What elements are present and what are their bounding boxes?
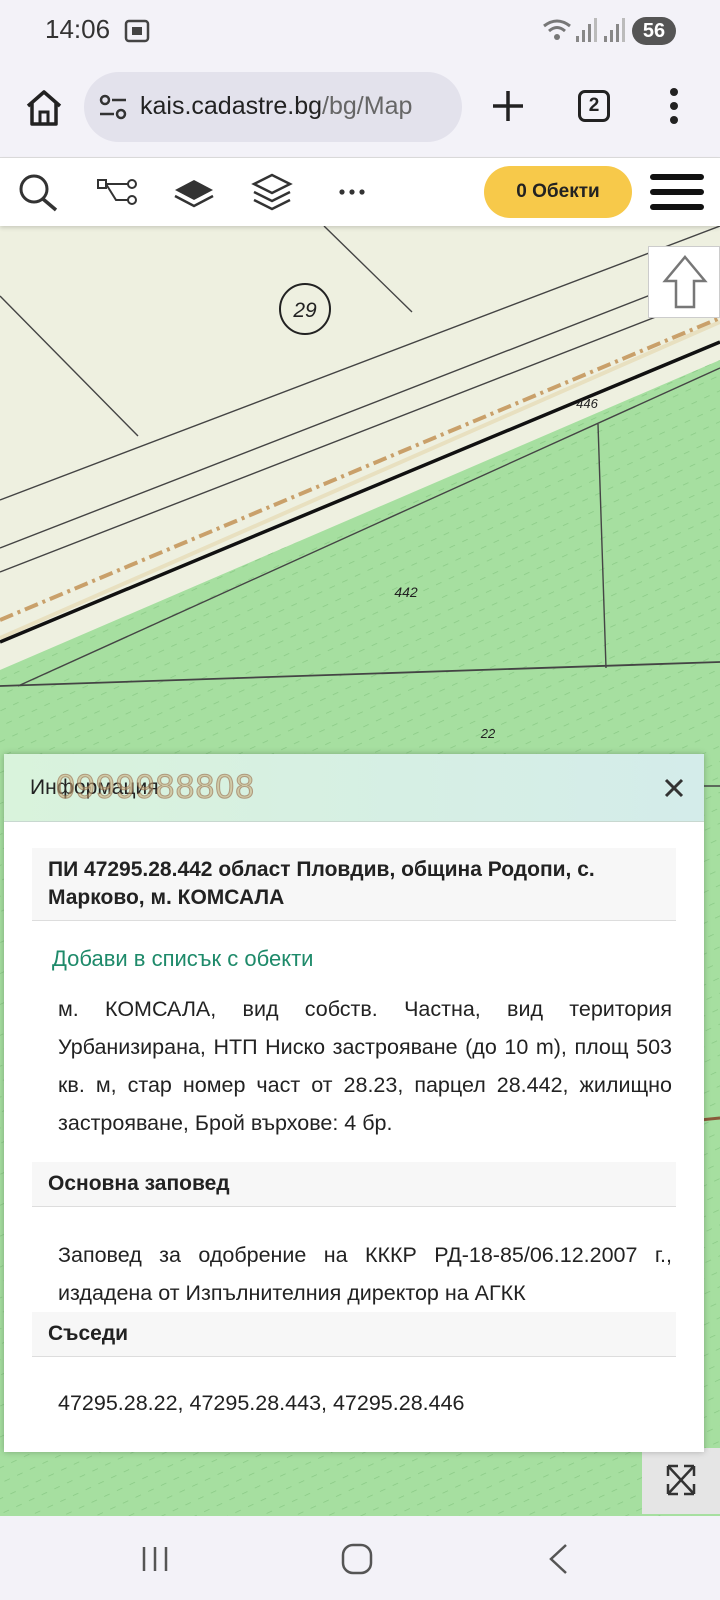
url-path: /bg/Map	[322, 92, 413, 120]
neighbors-title: Съседи	[32, 1312, 676, 1357]
watermark-text: 0999988808	[55, 768, 256, 807]
arrow-up-icon	[662, 255, 708, 309]
fullscreen-button[interactable]	[642, 1448, 720, 1514]
close-icon[interactable]	[662, 776, 686, 800]
scroll-up-button[interactable]	[648, 246, 720, 318]
browser-toolbar: kais.cadastre.bg/bg/Map 2	[0, 64, 720, 158]
more-tools-icon[interactable]	[330, 172, 374, 212]
search-icon[interactable]	[16, 172, 60, 212]
recent-apps-icon[interactable]	[140, 1544, 170, 1574]
layer-icon[interactable]	[172, 172, 216, 212]
menu-icon[interactable]	[650, 172, 704, 212]
tab-switcher-button[interactable]: 2	[578, 90, 610, 122]
more-options-icon[interactable]	[668, 86, 680, 126]
address-bar[interactable]: kais.cadastre.bg/bg/Map	[84, 72, 462, 142]
signal-icon-1	[576, 18, 597, 42]
wifi-icon	[543, 19, 571, 40]
back-icon[interactable]	[546, 1542, 570, 1576]
parcel-description: м. КОМСАЛА, вид собств. Частна, вид тери…	[58, 997, 672, 1135]
add-to-list-link[interactable]: Добави в списък с обекти	[52, 946, 313, 972]
parcel-label-446: 446	[576, 396, 598, 411]
screenshot-icon	[124, 19, 150, 43]
clock: 14:06	[45, 14, 111, 44]
expand-icon	[666, 1464, 696, 1496]
objects-button[interactable]: 0 Обекти	[484, 166, 632, 218]
status-bar: 14:06 56	[0, 0, 720, 64]
battery-indicator: 56	[632, 17, 676, 45]
site-settings-icon[interactable]	[98, 94, 128, 120]
main-order-text: Заповед за одобрение на КККР РД-18-85/06…	[58, 1243, 672, 1305]
new-tab-icon[interactable]	[490, 88, 526, 124]
route-icon[interactable]	[96, 172, 140, 212]
main-order-title: Основна заповед	[32, 1162, 676, 1207]
layers-icon[interactable]	[250, 172, 294, 212]
home-nav-icon[interactable]	[340, 1542, 374, 1576]
info-panel: Информация 0999988808 ПИ 47295.28.442 об…	[4, 754, 704, 1452]
parcel-title: ПИ 47295.28.442 област Пловдив, община Р…	[32, 848, 676, 921]
parcel-label-22: 22	[480, 726, 496, 741]
parcel-label-29: 29	[292, 299, 317, 322]
system-nav-bar	[0, 1516, 720, 1600]
home-icon[interactable]	[22, 86, 66, 130]
neighbors-text: 47295.28.22, 47295.28.443, 47295.28.446	[58, 1391, 465, 1415]
info-panel-header: Информация 0999988808	[4, 754, 704, 822]
url-text: kais.cadastre.bg/bg/Map	[140, 92, 412, 121]
url-host: kais.cadastre.bg	[140, 92, 323, 120]
parcel-label-442: 442	[394, 584, 418, 600]
map-toolbar: 0 Обекти	[0, 158, 720, 226]
signal-icon-2	[604, 18, 625, 42]
